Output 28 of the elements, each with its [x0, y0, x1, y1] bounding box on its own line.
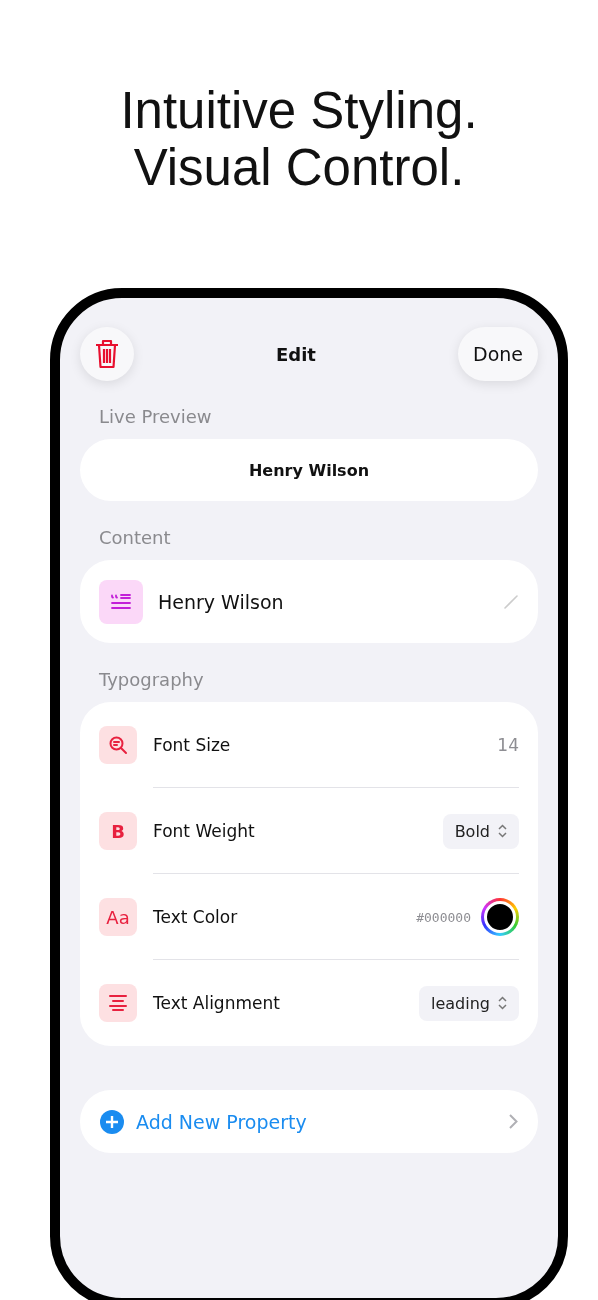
picker-button[interactable]: leading — [419, 985, 519, 1021]
property-label: Font Size — [153, 735, 232, 755]
section-label: Typography — [99, 669, 205, 690]
color-well[interactable] — [481, 898, 519, 936]
preview-text: Henry Wilson — [248, 460, 369, 480]
quote-text-icon — [110, 592, 132, 611]
property-label: Text Color — [153, 907, 239, 927]
search-icon — [108, 735, 128, 755]
value-text: 14 — [497, 735, 519, 755]
section-label: Content — [99, 527, 172, 548]
trash-icon — [94, 339, 120, 369]
headline: Intuitive Styling. — [119, 82, 479, 139]
chevron-right-icon — [509, 1114, 518, 1129]
plus-icon — [100, 1109, 124, 1134]
screen-title: Edit — [276, 343, 316, 365]
section-label: Live Preview — [99, 406, 213, 427]
done-button[interactable]: Done — [458, 327, 538, 381]
hex-value: #000000 — [416, 909, 471, 925]
headline: Visual Control. — [132, 139, 466, 196]
picker-button[interactable]: Bold — [442, 813, 519, 849]
up-down-chevron-icon — [498, 824, 507, 838]
style-icon: Aa — [99, 898, 137, 936]
style-icon: B — [99, 812, 137, 850]
align-center-icon — [108, 994, 128, 1012]
property-label: Font Weight — [153, 821, 256, 841]
up-down-chevron-icon — [498, 996, 507, 1010]
property-label: Text Alignment — [153, 993, 281, 1013]
content-row[interactable]: Henry Wilson — [80, 560, 538, 643]
